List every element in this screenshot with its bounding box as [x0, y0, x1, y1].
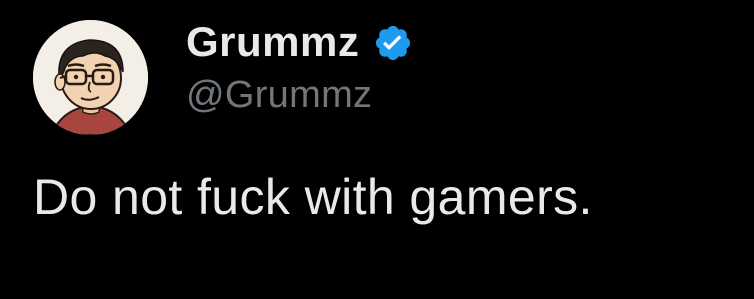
tweet-card[interactable]: Grummz @Grummz Do not fuck with gamers.	[0, 0, 754, 299]
display-name[interactable]: Grummz	[186, 21, 359, 63]
author-name-row: Grummz	[186, 14, 413, 70]
cartoon-face-avatar-icon	[33, 20, 148, 135]
avatar[interactable]	[33, 20, 148, 135]
tweet-text: Do not fuck with gamers.	[33, 169, 593, 225]
user-handle[interactable]: @Grummz	[186, 76, 372, 114]
verified-badge-icon[interactable]	[373, 23, 413, 63]
